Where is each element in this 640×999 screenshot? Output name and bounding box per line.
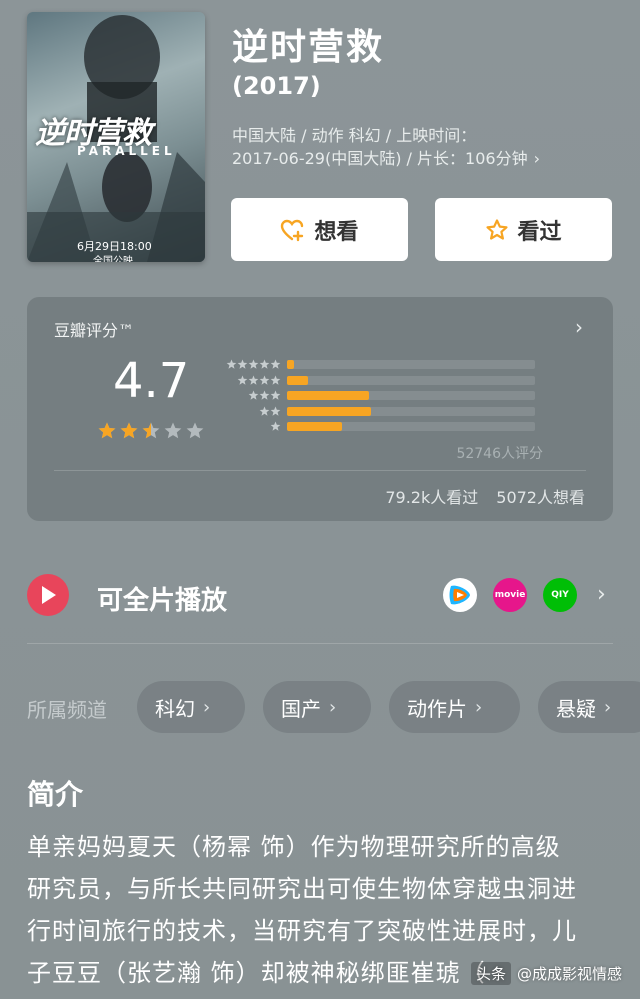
small-star-icon xyxy=(270,359,281,370)
small-star-icon xyxy=(237,375,248,385)
distribution-row xyxy=(223,404,545,420)
channel-chip-label: 动作片 xyxy=(407,696,467,721)
distribution-track xyxy=(287,375,535,385)
iqiyi-icon[interactable]: QIY xyxy=(543,578,577,612)
channel-chip[interactable]: 悬疑 › xyxy=(538,681,640,733)
distribution-stars xyxy=(223,375,287,386)
movie-poster[interactable]: 逆时营救 PARALLEL 6月29日18:00 全国公映 xyxy=(27,12,205,262)
small-star-icon xyxy=(270,390,281,401)
distribution-stars xyxy=(223,359,287,370)
channel-chip[interactable]: 科幻 › xyxy=(137,681,245,733)
want-count: 5072人想看 xyxy=(496,488,585,507)
youku-icon[interactable]: movie xyxy=(493,578,527,612)
chevron-right-icon[interactable]: › xyxy=(597,582,606,607)
heart-plus-icon xyxy=(280,218,306,242)
rating-card[interactable]: 豆瓣评分™ › 4.7 52746人评分 79.2k人看过 5072人想看 xyxy=(27,297,613,521)
chevron-right-icon: › xyxy=(203,696,211,718)
divider xyxy=(27,643,613,644)
youku-label: movie xyxy=(494,590,526,600)
watermark-text: @成成影视情感 xyxy=(516,965,622,983)
synopsis-line: 研究员，与所长共同研究出可使生物体穿越虫洞进 xyxy=(27,875,577,903)
small-star-icon xyxy=(248,390,259,401)
rating-star-icon xyxy=(98,422,116,439)
synopsis-line: 行时间旅行的技术，当研究有了突破性进展时，儿 xyxy=(27,917,577,945)
distribution-track xyxy=(287,422,535,432)
watched-label: 看过 xyxy=(517,219,562,245)
channel-label: 所属频道 xyxy=(27,698,107,722)
distribution-row xyxy=(223,388,545,404)
distribution-bar xyxy=(287,375,309,385)
distribution-bar xyxy=(287,360,295,370)
want-to-watch-label: 想看 xyxy=(314,219,359,245)
watched-button[interactable]: 看过 xyxy=(435,198,612,261)
play-icon xyxy=(27,574,69,616)
small-star-icon xyxy=(226,359,237,370)
synopsis-line: 单亲妈妈夏天（杨幂 饰）作为物理研究所的高级 xyxy=(27,833,561,861)
chevron-right-icon: › xyxy=(604,696,612,718)
distribution-bar xyxy=(287,391,369,401)
rating-star-icon xyxy=(142,422,160,439)
distribution-row xyxy=(223,419,545,435)
rating-count: 52746人评分 xyxy=(456,446,543,462)
distribution-row xyxy=(223,357,545,373)
rating-source-label: 豆瓣评分™ xyxy=(54,321,135,340)
rating-footer: 79.2k人看过 5072人想看 xyxy=(385,484,585,508)
movie-meta-text: 2017-06-29(中国大陆) / 片长：106分钟 xyxy=(232,149,528,168)
rating-star-icon xyxy=(186,422,204,439)
small-star-icon xyxy=(248,375,259,385)
play-title: 可全片播放 xyxy=(97,586,228,616)
channel-chip-label: 科幻 xyxy=(155,696,195,721)
distribution-track xyxy=(287,406,535,416)
movie-meta-line1[interactable]: 中国大陆 / 动作 科幻 / 上映时间： xyxy=(232,122,476,146)
distribution-track xyxy=(287,391,535,401)
watermark-logo: 头条 xyxy=(470,962,511,985)
iqiyi-label: QIY xyxy=(551,590,569,600)
rating-star-icon xyxy=(120,422,138,439)
rating-star-icon xyxy=(164,422,182,439)
small-star-icon xyxy=(259,390,270,401)
small-star-icon xyxy=(259,375,270,385)
distribution-stars xyxy=(223,390,287,401)
distribution-bar xyxy=(287,406,372,416)
play-row[interactable]: 可全片播放 movie QIY › xyxy=(27,572,613,622)
tencent-video-icon[interactable] xyxy=(443,578,477,612)
rating-distribution xyxy=(223,357,545,435)
small-star-icon xyxy=(270,406,281,416)
movie-meta-line2[interactable]: 2017-06-29(中国大陆) / 片长：106分钟 › xyxy=(232,145,540,169)
star-outline-icon xyxy=(485,218,509,242)
distribution-track xyxy=(287,360,535,370)
rating-score: 4.7 xyxy=(113,353,190,409)
small-star-icon xyxy=(270,421,281,432)
poster-subtitle-art: PARALLEL xyxy=(77,144,176,158)
small-star-icon xyxy=(259,406,270,416)
seen-count: 79.2k人看过 xyxy=(385,488,479,507)
channel-chip-label: 国产 xyxy=(281,696,321,721)
synopsis-title: 简介 xyxy=(27,778,84,811)
distribution-bar xyxy=(287,422,342,432)
small-star-icon xyxy=(237,359,248,370)
chevron-right-icon: › xyxy=(475,696,483,718)
small-star-icon xyxy=(270,375,281,385)
movie-year: (2017) xyxy=(232,72,321,100)
channel-chip[interactable]: 动作片 › xyxy=(389,681,520,733)
chevron-right-icon: › xyxy=(533,149,540,168)
small-star-icon xyxy=(248,359,259,370)
divider xyxy=(54,470,586,471)
small-star-icon xyxy=(259,359,270,370)
movie-title: 逆时营救 xyxy=(232,27,385,68)
watermark: 头条 @成成影视情感 xyxy=(470,962,622,985)
distribution-stars xyxy=(223,421,287,432)
chevron-right-icon[interactable]: › xyxy=(575,315,583,339)
channel-chip-label: 悬疑 xyxy=(556,696,596,721)
rating-stars xyxy=(97,421,205,441)
distribution-stars xyxy=(223,406,287,417)
channel-chip[interactable]: 国产 › xyxy=(263,681,371,733)
chevron-right-icon: › xyxy=(329,696,337,718)
distribution-row xyxy=(223,373,545,389)
poster-release-art2: 全国公映 xyxy=(93,256,133,262)
want-to-watch-button[interactable]: 想看 xyxy=(231,198,408,261)
